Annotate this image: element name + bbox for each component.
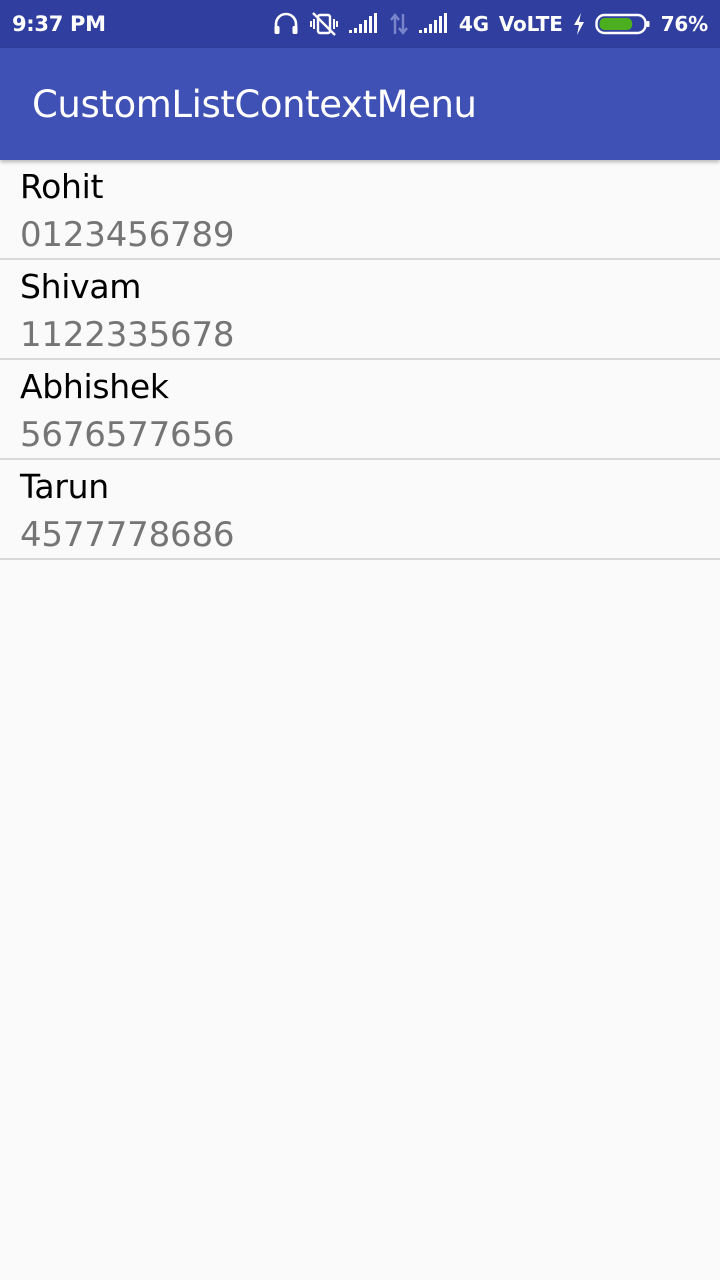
list-item[interactable]: Rohit 0123456789 bbox=[0, 160, 720, 260]
charging-icon bbox=[573, 13, 585, 35]
status-bar: 9:37 PM 4G VoLTE 76% bbox=[0, 0, 720, 48]
app-title: CustomListContextMenu bbox=[32, 83, 477, 126]
contact-name: Rohit bbox=[20, 167, 104, 206]
list-item[interactable]: Abhishek 5676577656 bbox=[0, 360, 720, 460]
headphones-icon bbox=[273, 12, 299, 36]
contact-name: Shivam bbox=[20, 267, 142, 306]
contact-list: Rohit 0123456789 Shivam 1122335678 Abhis… bbox=[0, 160, 720, 560]
contact-name: Tarun bbox=[20, 467, 109, 506]
signal-icon bbox=[348, 13, 379, 35]
data-arrows-icon bbox=[389, 12, 409, 36]
list-item[interactable]: Shivam 1122335678 bbox=[0, 260, 720, 360]
list-item[interactable]: Tarun 4577778686 bbox=[0, 460, 720, 560]
battery-percent: 76% bbox=[660, 12, 708, 36]
contact-number: 4577778686 bbox=[20, 515, 235, 555]
signal-icon-2 bbox=[418, 13, 449, 35]
contact-number: 0123456789 bbox=[20, 215, 235, 255]
contact-number: 5676577656 bbox=[20, 415, 235, 455]
battery-icon bbox=[595, 12, 651, 36]
battery-fill bbox=[599, 18, 632, 30]
volte-label: VoLTE bbox=[498, 12, 563, 36]
status-icons: 4G VoLTE 76% bbox=[273, 0, 708, 48]
contact-name: Abhishek bbox=[20, 367, 169, 406]
app-bar: CustomListContextMenu bbox=[0, 48, 720, 160]
status-time: 9:37 PM bbox=[12, 12, 106, 36]
contact-number: 1122335678 bbox=[20, 315, 235, 355]
vibrate-off-icon bbox=[309, 11, 339, 37]
network-type: 4G bbox=[458, 12, 489, 36]
